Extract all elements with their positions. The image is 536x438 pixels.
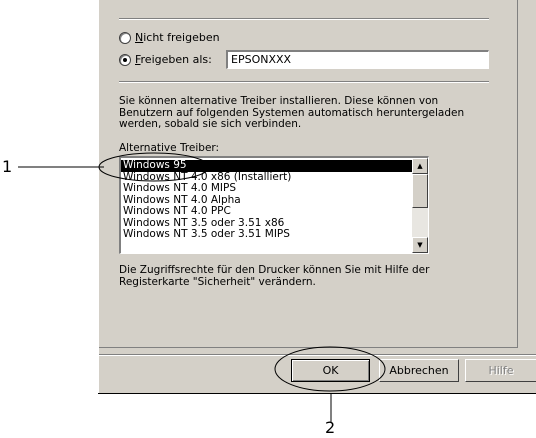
callout-1-annotation xyxy=(18,152,386,422)
callout-number-2: 2 xyxy=(325,418,336,437)
callout-1-ellipse xyxy=(98,152,210,182)
callout-2-ellipse xyxy=(274,346,386,392)
